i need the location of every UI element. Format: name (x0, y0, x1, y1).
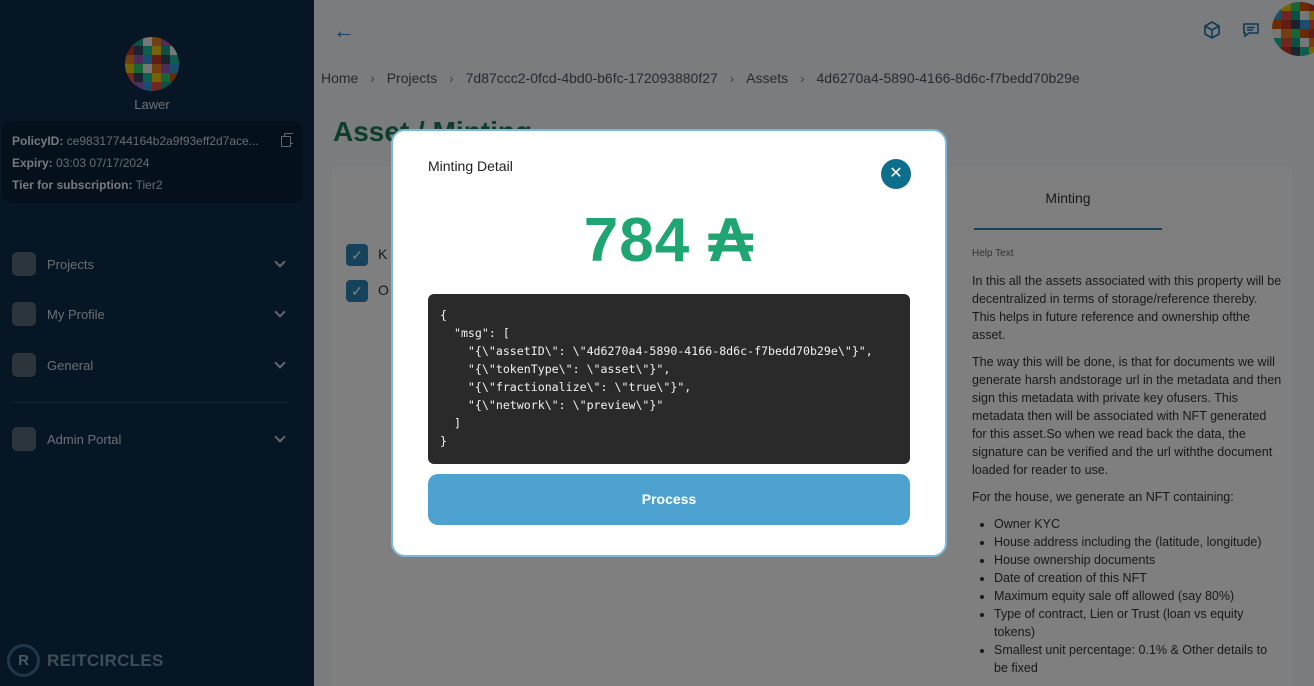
modal-title: Minting Detail (428, 158, 513, 174)
close-button[interactable]: ✕ (881, 159, 911, 189)
mint-amount: 784 ₳ (583, 206, 755, 275)
minting-detail-modal: Minting Detail ✕ 784 ₳ { "msg": [ "{\"as… (391, 129, 947, 557)
process-button[interactable]: Process (428, 474, 910, 525)
metadata-code-block: { "msg": [ "{\"assetID\": \"4d6270a4-589… (428, 294, 910, 464)
